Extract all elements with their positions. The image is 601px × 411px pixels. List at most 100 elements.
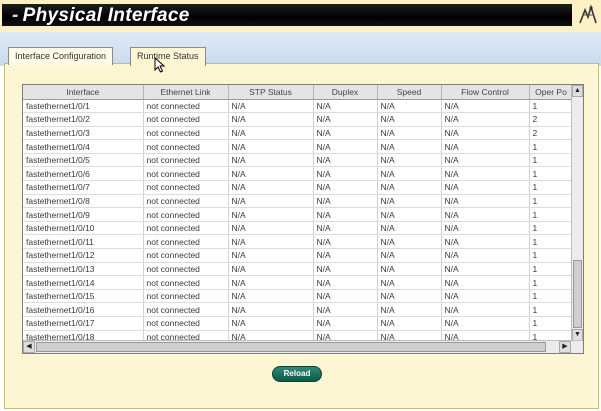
table-cell: N/A: [228, 262, 314, 277]
table-cell: N/A: [441, 139, 530, 154]
horizontal-scrollbar[interactable]: ◀ ▶: [23, 340, 583, 353]
table-row[interactable]: fastethernet1/0/5 not connected N/A N/A N/A N…: [23, 153, 574, 168]
table-cell: 1: [529, 99, 574, 114]
page-title: - Physical Interface: [12, 5, 190, 26]
scroll-right-icon[interactable]: ▶: [559, 341, 571, 353]
table-row[interactable]: fastethernet1/0/1 not connected N/A N/A N/A N…: [23, 99, 574, 114]
table-cell: 1: [529, 234, 574, 250]
tab-interface-configuration[interactable]: Interface Configuration: [8, 47, 114, 65]
table-row[interactable]: fastethernet1/0/9 not connected N/A N/A N/A N…: [23, 207, 574, 222]
table-cell: N/A: [313, 316, 378, 331]
table-cell: fastethernet1/0/11: [23, 234, 144, 250]
table-row[interactable]: fastethernet1/0/11 not connected N/A N/A N/A…: [23, 234, 574, 250]
table-cell: N/A: [377, 112, 442, 127]
table-cell: fastethernet1/0/4: [23, 139, 144, 154]
table-row[interactable]: fastethernet1/0/6 not connected N/A N/A N/A N…: [23, 166, 574, 182]
table-cell: fastethernet1/0/14: [23, 275, 144, 290]
column-header[interactable]: Duplex: [313, 85, 378, 100]
table-row[interactable]: fastethernet1/0/13 not connected N/A N/A N/A…: [23, 262, 574, 277]
table-cell: 1: [529, 248, 574, 263]
table-cell: fastethernet1/0/6: [23, 166, 144, 182]
table-cell: N/A: [441, 99, 530, 114]
table-cell: 1: [529, 139, 574, 154]
table-row[interactable]: fastethernet1/0/7 not connected N/A N/A N/A N…: [23, 180, 574, 195]
table-cell: 1: [529, 262, 574, 277]
scroll-left-icon[interactable]: ◀: [23, 341, 35, 353]
table-cell: fastethernet1/0/3: [23, 126, 144, 141]
table-cell: not connected: [143, 302, 229, 317]
table-cell: N/A: [441, 289, 530, 304]
column-header[interactable]: Interface: [23, 85, 144, 100]
table-cell: N/A: [441, 221, 530, 236]
table-cell: 1: [529, 316, 574, 331]
table-cell: not connected: [143, 262, 229, 277]
table-cell: N/A: [377, 139, 442, 154]
table-row[interactable]: fastethernet1/0/12 not connected N/A N/A N/A…: [23, 248, 574, 263]
table-cell: N/A: [377, 126, 442, 141]
column-header[interactable]: STP Status: [228, 85, 314, 100]
table-cell: N/A: [228, 207, 314, 222]
table-cell: not connected: [143, 139, 229, 154]
table-row[interactable]: fastethernet1/0/10 not connected N/A N/A N/A…: [23, 221, 574, 236]
table-cell: 1: [529, 207, 574, 222]
table-cell: N/A: [313, 126, 378, 141]
table-cell: not connected: [143, 112, 229, 127]
table-row[interactable]: fastethernet1/0/16 not connected N/A N/A N/A…: [23, 302, 574, 317]
table-cell: fastethernet1/0/17: [23, 316, 144, 331]
tab-runtime-status[interactable]: Runtime Status: [130, 47, 206, 66]
table-cell: N/A: [228, 166, 314, 182]
table-row[interactable]: fastethernet1/0/15 not connected N/A N/A N/A…: [23, 289, 574, 304]
table-cell: 1: [529, 194, 574, 209]
scroll-thumb[interactable]: [36, 342, 546, 352]
table-cell: N/A: [441, 207, 530, 222]
table-cell: not connected: [143, 166, 229, 182]
scroll-up-icon[interactable]: ▲: [572, 85, 583, 97]
table-cell: not connected: [143, 207, 229, 222]
table-cell: N/A: [228, 234, 314, 250]
reload-button[interactable]: Reload: [272, 366, 322, 382]
table-cell: N/A: [377, 207, 442, 222]
tab-label: Runtime Status: [137, 51, 199, 61]
table-cell: N/A: [441, 180, 530, 195]
table-cell: not connected: [143, 316, 229, 331]
table-cell: N/A: [441, 262, 530, 277]
vertical-scrollbar[interactable]: ▲ ▼: [571, 85, 583, 341]
table-cell: N/A: [228, 316, 314, 331]
table-cell: N/A: [313, 112, 378, 127]
table-cell: N/A: [228, 99, 314, 114]
column-header[interactable]: Oper Po: [529, 85, 574, 100]
table-row[interactable]: fastethernet1/0/17 not connected N/A N/A N/A…: [23, 316, 574, 331]
table-cell: N/A: [313, 302, 378, 317]
column-header[interactable]: Ethernet Link: [143, 85, 229, 100]
table-cell: 2: [529, 126, 574, 141]
table-cell: N/A: [441, 153, 530, 168]
table-row[interactable]: fastethernet1/0/2 not connected N/A N/A N/A N…: [23, 112, 574, 127]
table-cell: not connected: [143, 99, 229, 114]
table-cell: N/A: [377, 289, 442, 304]
table-cell: 1: [529, 166, 574, 182]
column-header[interactable]: Speed: [377, 85, 442, 100]
table-cell: N/A: [377, 316, 442, 331]
table-cell: not connected: [143, 289, 229, 304]
table-cell: not connected: [143, 234, 229, 250]
table-row[interactable]: fastethernet1/0/14 not connected N/A N/A N/A…: [23, 275, 574, 290]
table-cell: fastethernet1/0/2: [23, 112, 144, 127]
table-cell: not connected: [143, 248, 229, 263]
table-cell: 1: [529, 180, 574, 195]
table-cell: N/A: [313, 262, 378, 277]
table-cell: N/A: [377, 194, 442, 209]
table-cell: N/A: [441, 112, 530, 127]
table-cell: N/A: [313, 289, 378, 304]
runtime-status-table: Interface Ethernet Link STP Status Duple…: [22, 84, 584, 354]
table-cell: N/A: [441, 166, 530, 182]
table-cell: N/A: [228, 112, 314, 127]
table-cell: N/A: [441, 234, 530, 250]
column-header[interactable]: Flow Control: [441, 85, 530, 100]
table-row[interactable]: fastethernet1/0/8 not connected N/A N/A N/A N…: [23, 194, 574, 209]
table-row[interactable]: fastethernet1/0/4 not connected N/A N/A N/A N…: [23, 139, 574, 154]
table-cell: 1: [529, 302, 574, 317]
scroll-thumb[interactable]: [573, 260, 582, 328]
table-cell: N/A: [377, 262, 442, 277]
title-bar: - Physical Interface: [2, 4, 572, 26]
table-row[interactable]: fastethernet1/0/3 not connected N/A N/A N/A N…: [23, 126, 574, 141]
